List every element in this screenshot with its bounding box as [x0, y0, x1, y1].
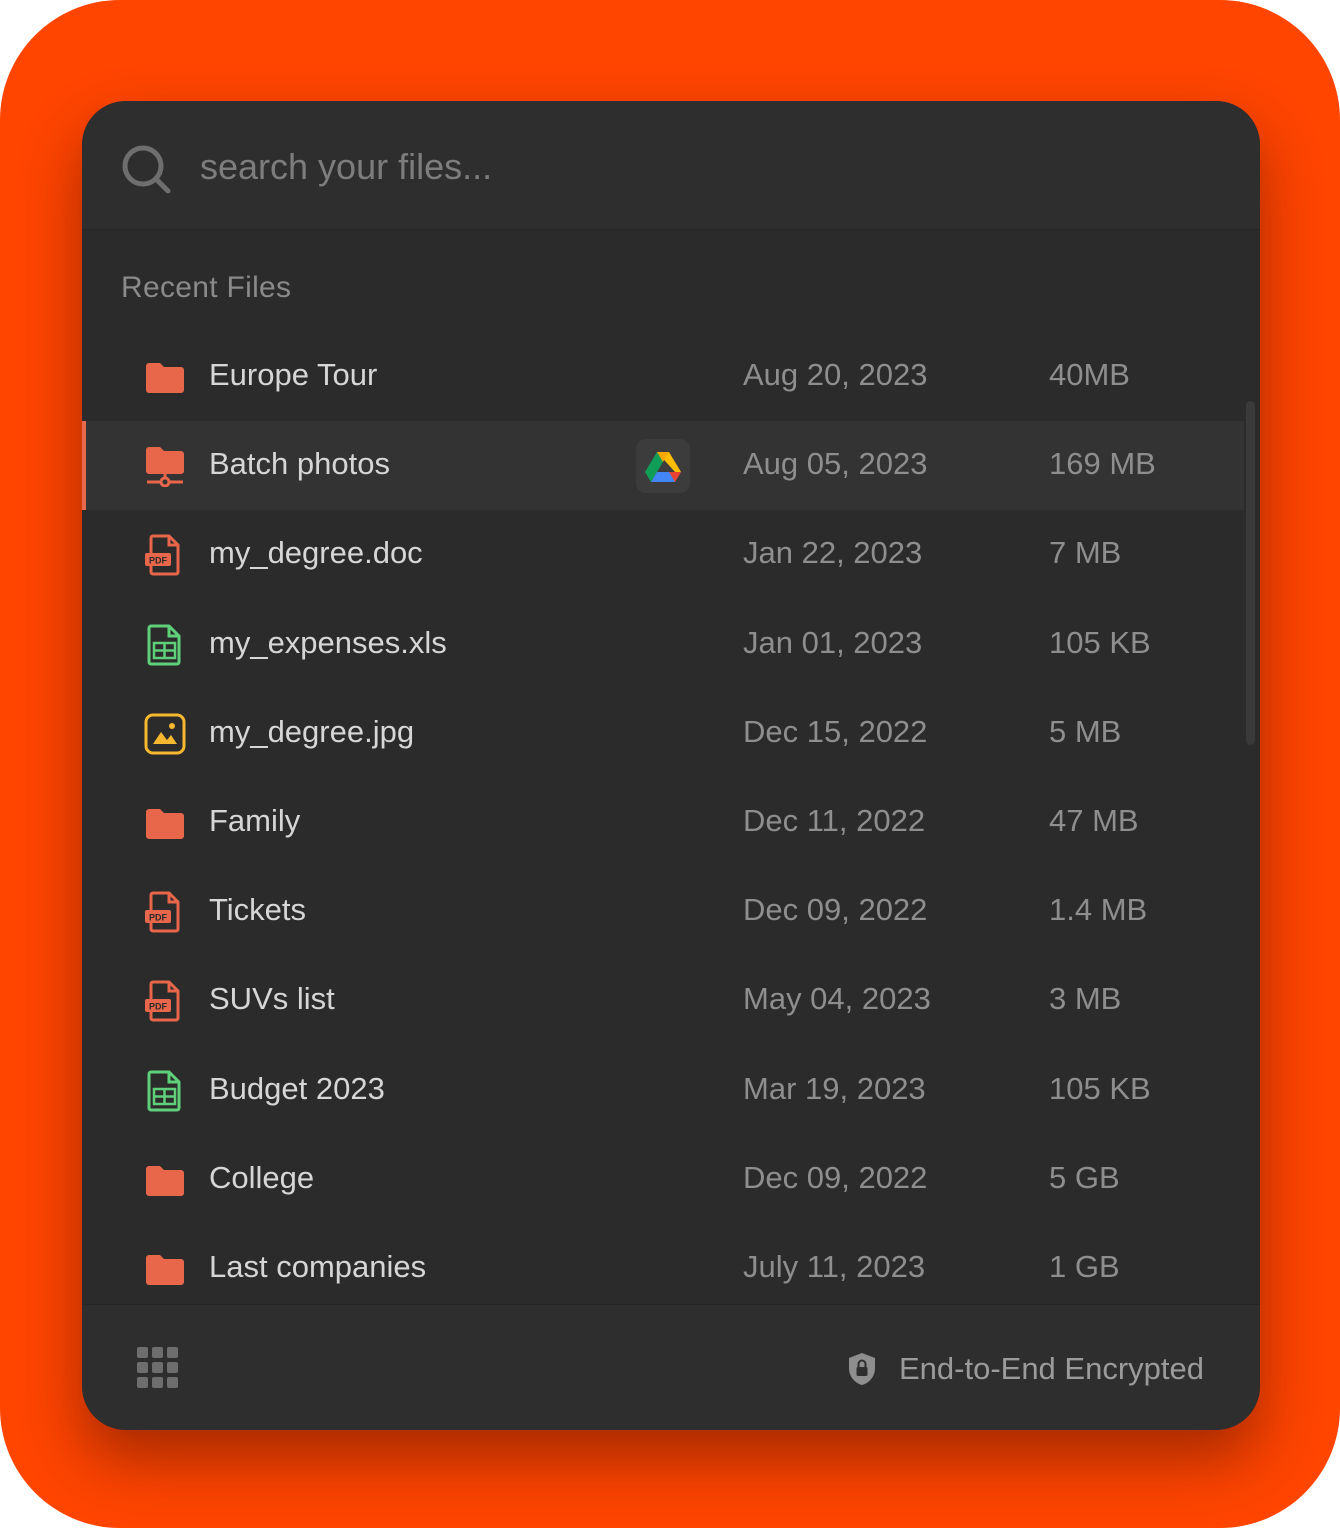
file-name: Tickets	[209, 892, 307, 928]
file-name: College	[209, 1159, 315, 1195]
file-date: Aug 05, 2023	[743, 446, 928, 482]
file-date: Dec 15, 2022	[743, 713, 928, 749]
file-size: 5 GB	[1049, 1159, 1120, 1195]
file-size: 3 MB	[1049, 981, 1122, 1017]
file-search-panel: Recent Files Europe Tour Aug 20, 2023 40…	[82, 101, 1260, 1430]
image-file-icon	[144, 713, 186, 755]
file-date: Dec 09, 2022	[743, 1159, 928, 1195]
file-row[interactable]: Europe Tour Aug 20, 2023 40MB	[82, 332, 1244, 421]
file-date: July 11, 2023	[743, 1248, 926, 1284]
file-row[interactable]: Budget 2023 Mar 19, 2023 105 KB	[82, 1046, 1244, 1135]
pdf-file-icon: PDF	[145, 534, 180, 576]
file-date: Mar 19, 2023	[743, 1070, 926, 1106]
file-size: 7 MB	[1049, 535, 1122, 571]
search-input[interactable]	[200, 139, 1100, 195]
file-date: May 04, 2023	[743, 981, 931, 1017]
folder-icon	[146, 1165, 184, 1196]
search-icon	[122, 145, 171, 194]
recent-files-list: Europe Tour Aug 20, 2023 40MB Batch phot…	[82, 332, 1260, 1304]
recent-files-heading: Recent Files	[121, 271, 292, 304]
file-name: Last companies	[209, 1248, 427, 1284]
file-name: Europe Tour	[209, 357, 378, 392]
folder-icon	[146, 363, 184, 393]
file-row[interactable]: my_degree.jpg Dec 15, 2022 5 MB	[82, 689, 1244, 778]
file-size: 1 GB	[1049, 1248, 1120, 1284]
panel-footer: End-to-End Encrypted	[82, 1304, 1260, 1430]
spreadsheet-file-icon	[147, 624, 181, 666]
file-name: my_expenses.xls	[209, 624, 447, 660]
svg-text:PDF: PDF	[149, 556, 168, 566]
file-size: 105 KB	[1049, 624, 1151, 660]
file-row[interactable]: PDF Tickets Dec 09, 2022 1.4 MB	[82, 867, 1244, 956]
file-row[interactable]: Family Dec 11, 2022 47 MB	[82, 778, 1244, 867]
svg-text:PDF: PDF	[149, 913, 168, 923]
file-name: Budget 2023	[209, 1070, 385, 1106]
folder-icon	[146, 808, 184, 839]
file-name: SUVs list	[209, 981, 335, 1017]
file-row[interactable]: Last companies July 11, 2023 1 GB	[82, 1224, 1244, 1304]
file-size: 1.4 MB	[1049, 892, 1148, 928]
file-date: Dec 11, 2022	[743, 802, 926, 838]
file-row[interactable]: my_expenses.xls Jan 01, 2023 105 KB	[82, 600, 1244, 689]
file-name: my_degree.doc	[209, 535, 423, 571]
pdf-file-icon: PDF	[145, 891, 180, 933]
google-drive-icon	[645, 452, 681, 483]
file-row[interactable]: PDF my_degree.doc Jan 22, 2023 7 MB	[82, 510, 1244, 599]
shared-folder-icon	[146, 447, 184, 488]
list-scrollbar[interactable]	[1246, 401, 1255, 745]
svg-text:PDF: PDF	[149, 1002, 168, 1012]
file-row[interactable]: College Dec 09, 2022 5 GB	[82, 1135, 1244, 1224]
file-name: Batch photos	[209, 446, 390, 482]
app-grid-icon[interactable]	[137, 1347, 179, 1389]
app-background: Recent Files Europe Tour Aug 20, 2023 40…	[0, 0, 1340, 1528]
file-size: 169 MB	[1049, 446, 1156, 482]
file-row-selected[interactable]: Batch photos Aug 05, 2023 169 MB	[82, 421, 1244, 511]
file-name: Family	[209, 802, 301, 838]
file-size: 47 MB	[1049, 802, 1139, 838]
shield-lock-icon	[848, 1353, 875, 1385]
encryption-status: End-to-End Encrypted	[847, 1349, 1204, 1389]
folder-icon	[146, 1254, 184, 1285]
file-size: 105 KB	[1049, 1070, 1151, 1106]
google-drive-button[interactable]	[636, 439, 690, 494]
spreadsheet-file-icon	[147, 1070, 181, 1111]
file-date: Jan 22, 2023	[743, 535, 923, 571]
file-size: 5 MB	[1049, 713, 1122, 749]
encryption-label: End-to-End Encrypted	[898, 1351, 1204, 1386]
file-size: 40MB	[1049, 357, 1130, 392]
file-date: Aug 20, 2023	[743, 357, 928, 392]
file-name: my_degree.jpg	[209, 713, 415, 749]
file-row[interactable]: PDF SUVs list May 04, 2023 3 MB	[82, 956, 1244, 1045]
search-bar	[82, 101, 1260, 230]
pdf-file-icon: PDF	[145, 980, 180, 1022]
file-date: Jan 01, 2023	[743, 624, 923, 660]
file-date: Dec 09, 2022	[743, 892, 928, 928]
